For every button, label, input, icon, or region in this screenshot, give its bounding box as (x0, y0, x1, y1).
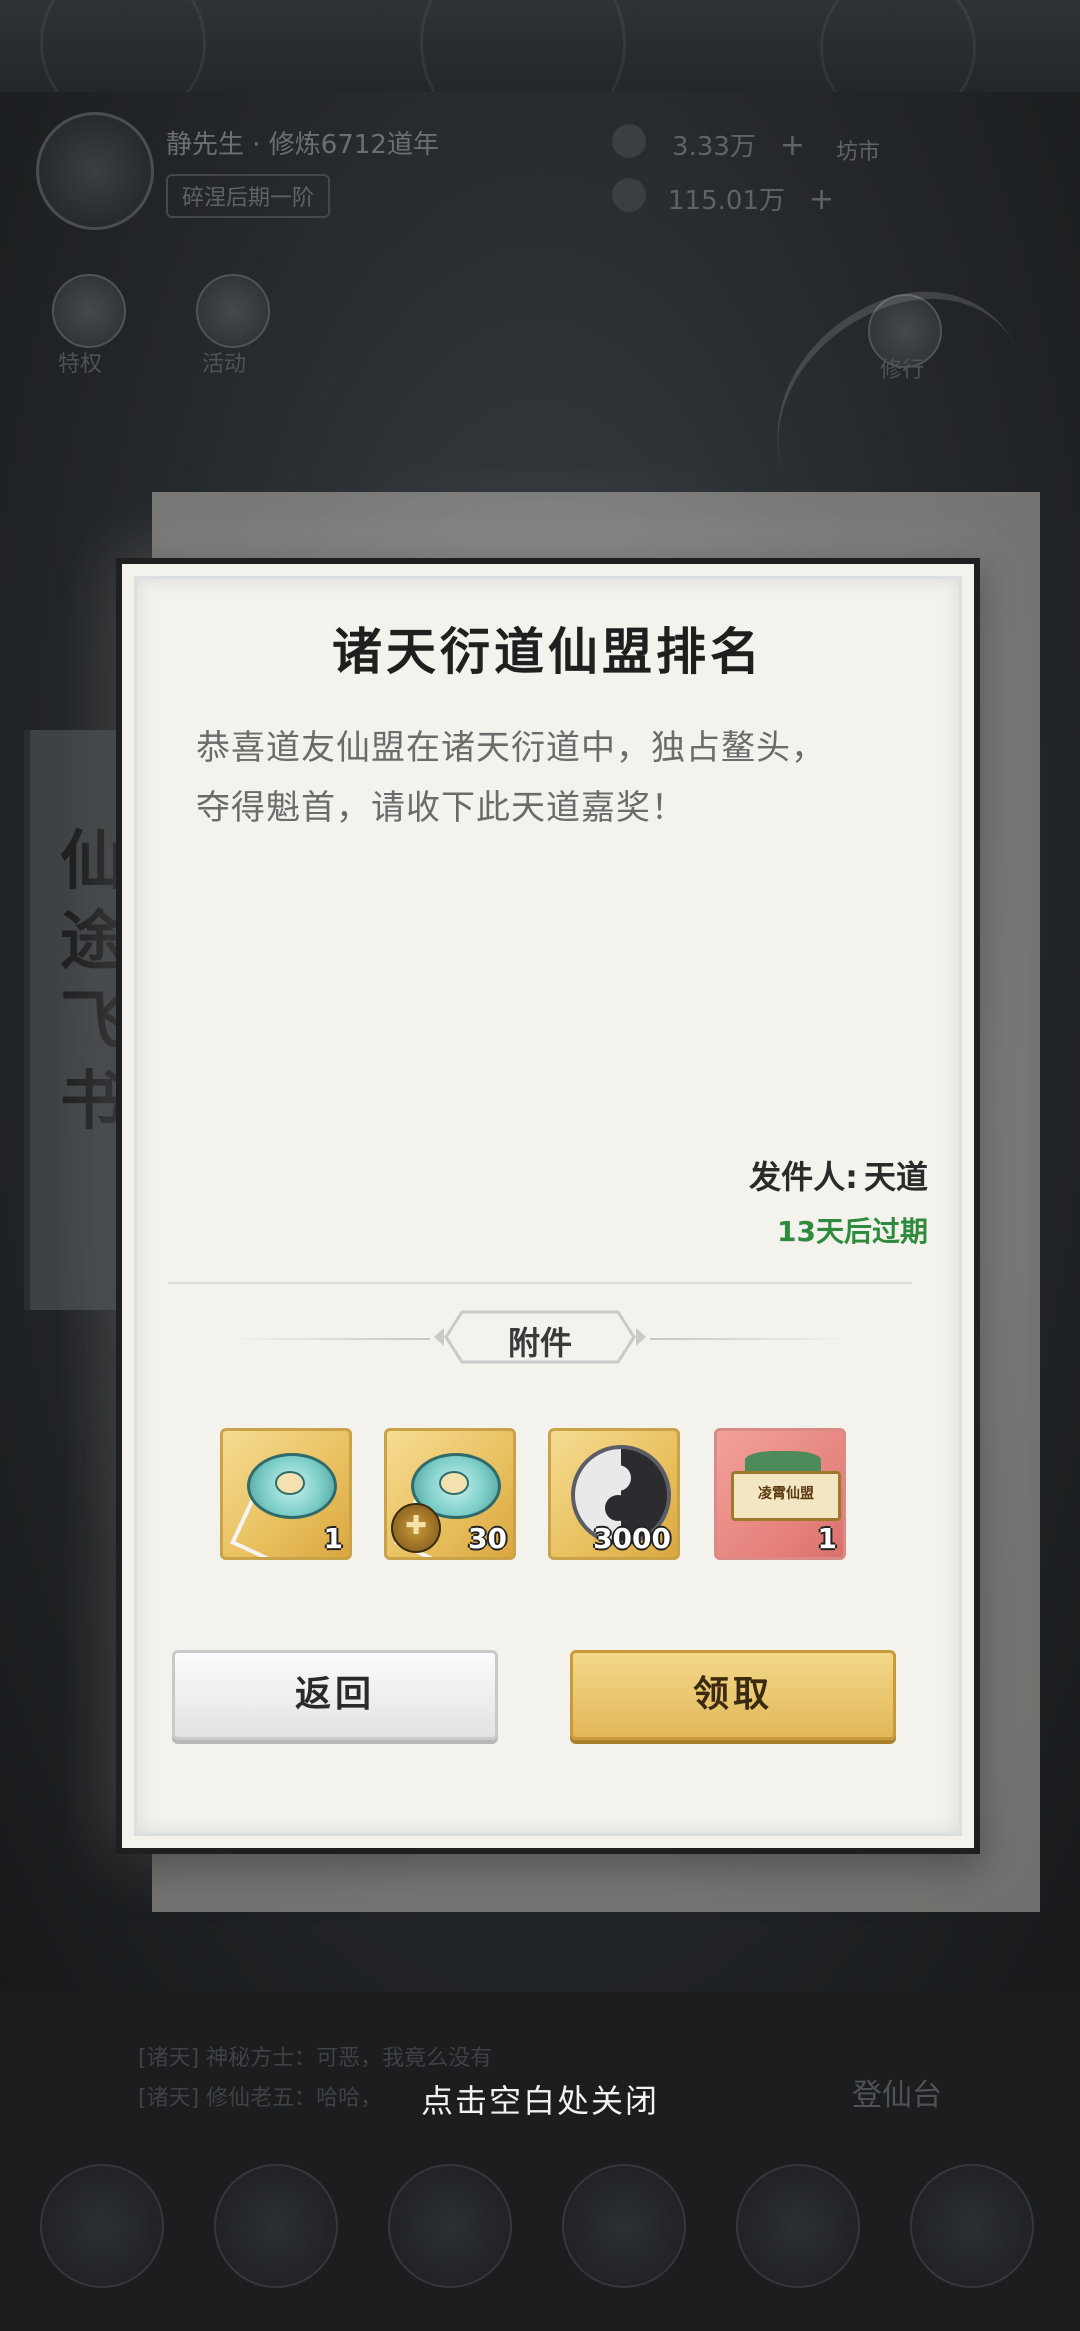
sender-label: 发件人: (749, 1158, 858, 1196)
reward-item-yin-yang[interactable]: 3000 (548, 1428, 680, 1560)
dialog-title: 诸天衍道仙盟排名 (332, 622, 764, 681)
claim-button[interactable]: 领取 (570, 1650, 896, 1740)
bottom-nav-trials[interactable] (910, 2164, 1034, 2288)
jade-icon (612, 178, 646, 212)
reward-item-sect-banner[interactable]: 凌霄仙盟 1 (714, 1428, 846, 1560)
reward-item-jade-fragment[interactable]: 30 (384, 1428, 516, 1560)
pendant-ring (275, 1471, 305, 1495)
resource-b-value: 115.01万 + (668, 182, 835, 217)
spirit-stone-icon (612, 124, 646, 158)
divider (168, 1282, 912, 1284)
bottom-nav-cave[interactable] (40, 2164, 164, 2288)
top-banner (0, 0, 1080, 146)
mail-body: 恭喜道友仙盟在诸天衍道中，独占鳌头， 夺得魁首，请收下此天道嘉奖！ (196, 718, 904, 838)
activity-icon[interactable] (196, 274, 270, 348)
expire-text: 13天后过期 (777, 1215, 928, 1248)
privilege-label: 特权 (58, 352, 103, 377)
bottom-nav-sect[interactable] (562, 2164, 686, 2288)
add-resource-b-button[interactable]: + (809, 182, 834, 217)
pavilion-roof-icon (745, 1451, 821, 1473)
privilege-icon[interactable] (52, 274, 126, 348)
resource-a-value: 3.33万 + (672, 128, 806, 163)
item-count: 1 (323, 1522, 343, 1555)
sender-name: 天道 (863, 1158, 928, 1196)
fragment-badge-icon (391, 1503, 441, 1553)
item-count: 30 (468, 1522, 507, 1555)
add-resource-a-button[interactable]: + (780, 128, 805, 163)
bottom-nav-outer-world[interactable] (214, 2164, 338, 2288)
item-count: 3000 (593, 1522, 671, 1555)
mail-body-line: 夺得魁首，请收下此天道嘉奖！ (196, 788, 686, 828)
player-name: 静先生 · 修炼6712道年 (166, 130, 439, 160)
market-button[interactable]: 坊市 (836, 134, 880, 166)
player-avatar[interactable] (36, 112, 154, 230)
attachments-label: 附件 (507, 1324, 572, 1362)
chat-message: [诸天] 神秘方士：可恶，我竟么没有 (138, 2046, 493, 2071)
bottom-nav-techniques[interactable] (388, 2164, 512, 2288)
sender-line: 发件人: 天道 (749, 1152, 928, 1198)
mail-body-line: 恭喜道友仙盟在诸天衍道中，独占鳌头， (196, 728, 826, 768)
bottom-nav-capital[interactable] (736, 2164, 860, 2288)
close-hint[interactable]: 点击空白处关闭 (0, 2076, 1080, 2122)
sect-banner-icon: 凌霄仙盟 (731, 1471, 841, 1521)
attachments-header: 附件 (430, 1308, 650, 1366)
item-count: 1 (817, 1522, 837, 1555)
activity-label: 活动 (202, 352, 247, 377)
reward-item-jade-pendant[interactable]: 1 (220, 1428, 352, 1560)
player-realm: 碎涅后期一阶 (166, 174, 331, 218)
back-button[interactable]: 返回 (172, 1650, 498, 1740)
pendant-ring (439, 1471, 469, 1495)
